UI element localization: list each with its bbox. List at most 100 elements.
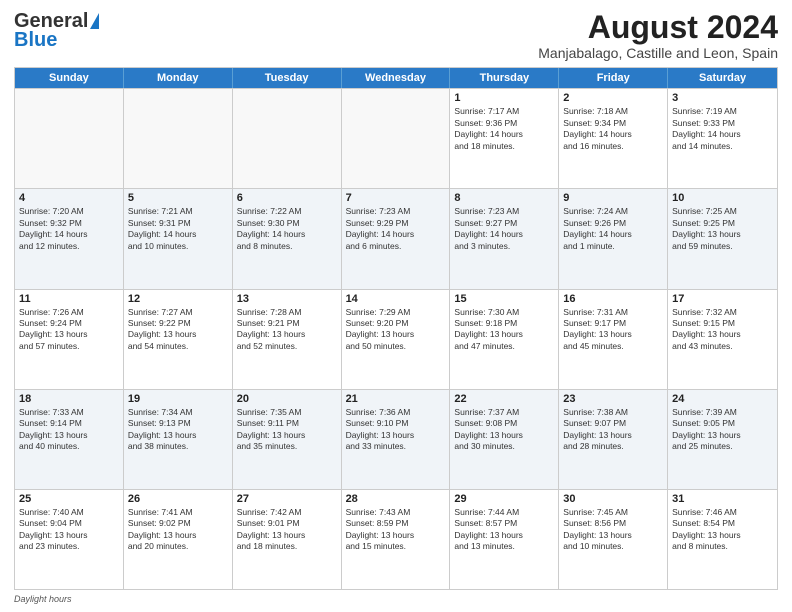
calendar-week-1: 1 Sunrise: 7:17 AMSunset: 9:36 PMDaylight…: [15, 88, 777, 188]
day-number: 27: [237, 493, 337, 505]
calendar-header-friday: Friday: [559, 68, 668, 88]
day-number: 24: [672, 393, 773, 405]
calendar-header-sunday: Sunday: [15, 68, 124, 88]
day-info: Sunrise: 7:44 AMSunset: 8:57 PMDaylight:…: [454, 507, 554, 553]
day-info: Sunrise: 7:31 AMSunset: 9:17 PMDaylight:…: [563, 307, 663, 353]
calendar-cell-day-27: 27 Sunrise: 7:42 AMSunset: 9:01 PMDayligh…: [233, 490, 342, 589]
day-number: 30: [563, 493, 663, 505]
day-number: 15: [454, 293, 554, 305]
day-number: 1: [454, 92, 554, 104]
day-number: 3: [672, 92, 773, 104]
calendar-cell-day-26: 26 Sunrise: 7:41 AMSunset: 9:02 PMDayligh…: [124, 490, 233, 589]
calendar-header-row: SundayMondayTuesdayWednesdayThursdayFrid…: [15, 68, 777, 88]
day-number: 11: [19, 293, 119, 305]
day-number: 26: [128, 493, 228, 505]
day-info: Sunrise: 7:46 AMSunset: 8:54 PMDaylight:…: [672, 507, 773, 553]
calendar-cell-empty: [233, 89, 342, 188]
day-number: 21: [346, 393, 446, 405]
logo-triangle-icon: [90, 13, 99, 29]
footer: Daylight hours: [14, 594, 778, 604]
day-info: Sunrise: 7:18 AMSunset: 9:34 PMDaylight:…: [563, 106, 663, 152]
calendar-header-wednesday: Wednesday: [342, 68, 451, 88]
day-info: Sunrise: 7:41 AMSunset: 9:02 PMDaylight:…: [128, 507, 228, 553]
day-info: Sunrise: 7:36 AMSunset: 9:10 PMDaylight:…: [346, 407, 446, 453]
header: General Blue August 2024 Manjabalago, Ca…: [14, 10, 778, 61]
day-number: 31: [672, 493, 773, 505]
calendar-cell-empty: [124, 89, 233, 188]
calendar-cell-day-13: 13 Sunrise: 7:28 AMSunset: 9:21 PMDayligh…: [233, 290, 342, 389]
calendar-header-saturday: Saturday: [668, 68, 777, 88]
day-number: 16: [563, 293, 663, 305]
calendar-cell-day-8: 8Sunrise: 7:23 AMSunset: 9:27 PMDaylight…: [450, 189, 559, 288]
day-number: 22: [454, 393, 554, 405]
calendar-cell-day-18: 18Sunrise: 7:33 AMSunset: 9:14 PMDayligh…: [15, 390, 124, 489]
calendar-cell-day-30: 30Sunrise: 7:45 AMSunset: 8:56 PMDayligh…: [559, 490, 668, 589]
calendar-week-3: 11 Sunrise: 7:26 AMSunset: 9:24 PMDayligh…: [15, 289, 777, 389]
day-info: Sunrise: 7:23 AMSunset: 9:27 PMDaylight:…: [454, 206, 554, 252]
day-info: Sunrise: 7:40 AMSunset: 9:04 PMDaylight:…: [19, 507, 119, 553]
day-info: Sunrise: 7:38 AMSunset: 9:07 PMDaylight:…: [563, 407, 663, 453]
calendar-subtitle: Manjabalago, Castille and Leon, Spain: [538, 45, 778, 61]
logo: General Blue: [14, 10, 99, 52]
day-number: 12: [128, 293, 228, 305]
day-number: 4: [19, 192, 119, 204]
calendar-cell-day-12: 12 Sunrise: 7:27 AMSunset: 9:22 PMDayligh…: [124, 290, 233, 389]
calendar-cell-day-3: 3 Sunrise: 7:19 AMSunset: 9:33 PMDaylight…: [668, 89, 777, 188]
page: General Blue August 2024 Manjabalago, Ca…: [0, 0, 792, 612]
calendar-cell-day-16: 16 Sunrise: 7:31 AMSunset: 9:17 PMDayligh…: [559, 290, 668, 389]
day-info: Sunrise: 7:23 AMSunset: 9:29 PMDaylight:…: [346, 206, 446, 252]
calendar-week-4: 18Sunrise: 7:33 AMSunset: 9:14 PMDayligh…: [15, 389, 777, 489]
calendar-cell-day-19: 19 Sunrise: 7:34 AMSunset: 9:13 PMDayligh…: [124, 390, 233, 489]
calendar-cell-day-6: 6Sunrise: 7:22 AMSunset: 9:30 PMDaylight…: [233, 189, 342, 288]
day-info: Sunrise: 7:37 AMSunset: 9:08 PMDaylight:…: [454, 407, 554, 453]
day-number: 18: [19, 393, 119, 405]
calendar-body: 1 Sunrise: 7:17 AMSunset: 9:36 PMDaylight…: [15, 88, 777, 589]
day-number: 29: [454, 493, 554, 505]
day-info: Sunrise: 7:27 AMSunset: 9:22 PMDaylight:…: [128, 307, 228, 353]
calendar-cell-empty: [342, 89, 451, 188]
calendar-cell-day-15: 15 Sunrise: 7:30 AMSunset: 9:18 PMDayligh…: [450, 290, 559, 389]
day-number: 7: [346, 192, 446, 204]
day-number: 17: [672, 293, 773, 305]
day-info: Sunrise: 7:34 AMSunset: 9:13 PMDaylight:…: [128, 407, 228, 453]
day-number: 19: [128, 393, 228, 405]
calendar-cell-day-24: 24 Sunrise: 7:39 AMSunset: 9:05 PMDayligh…: [668, 390, 777, 489]
calendar-header-monday: Monday: [124, 68, 233, 88]
logo-blue: Blue: [14, 29, 57, 52]
day-info: Sunrise: 7:39 AMSunset: 9:05 PMDaylight:…: [672, 407, 773, 453]
calendar-cell-day-4: 4 Sunrise: 7:20 AMSunset: 9:32 PMDaylight…: [15, 189, 124, 288]
calendar-cell-day-22: 22 Sunrise: 7:37 AMSunset: 9:08 PMDayligh…: [450, 390, 559, 489]
day-info: Sunrise: 7:20 AMSunset: 9:32 PMDaylight:…: [19, 206, 119, 252]
day-info: Sunrise: 7:30 AMSunset: 9:18 PMDaylight:…: [454, 307, 554, 353]
day-number: 23: [563, 393, 663, 405]
calendar-cell-day-20: 20Sunrise: 7:35 AMSunset: 9:11 PMDayligh…: [233, 390, 342, 489]
day-info: Sunrise: 7:26 AMSunset: 9:24 PMDaylight:…: [19, 307, 119, 353]
day-info: Sunrise: 7:21 AMSunset: 9:31 PMDaylight:…: [128, 206, 228, 252]
day-number: 13: [237, 293, 337, 305]
day-info: Sunrise: 7:17 AMSunset: 9:36 PMDaylight:…: [454, 106, 554, 152]
day-info: Sunrise: 7:28 AMSunset: 9:21 PMDaylight:…: [237, 307, 337, 353]
calendar-cell-day-9: 9Sunrise: 7:24 AMSunset: 9:26 PMDaylight…: [559, 189, 668, 288]
day-number: 2: [563, 92, 663, 104]
calendar-header-tuesday: Tuesday: [233, 68, 342, 88]
calendar-cell-empty: [15, 89, 124, 188]
day-info: Sunrise: 7:42 AMSunset: 9:01 PMDaylight:…: [237, 507, 337, 553]
calendar-cell-day-31: 31 Sunrise: 7:46 AMSunset: 8:54 PMDayligh…: [668, 490, 777, 589]
day-number: 25: [19, 493, 119, 505]
calendar-title: August 2024: [538, 10, 778, 45]
day-number: 20: [237, 393, 337, 405]
day-number: 10: [672, 192, 773, 204]
calendar-cell-day-2: 2 Sunrise: 7:18 AMSunset: 9:34 PMDaylight…: [559, 89, 668, 188]
calendar-cell-day-10: 10Sunrise: 7:25 AMSunset: 9:25 PMDayligh…: [668, 189, 777, 288]
calendar-cell-day-25: 25 Sunrise: 7:40 AMSunset: 9:04 PMDayligh…: [15, 490, 124, 589]
title-block: August 2024 Manjabalago, Castille and Le…: [538, 10, 778, 61]
calendar-week-5: 25 Sunrise: 7:40 AMSunset: 9:04 PMDayligh…: [15, 489, 777, 589]
calendar-cell-day-11: 11 Sunrise: 7:26 AMSunset: 9:24 PMDayligh…: [15, 290, 124, 389]
calendar-cell-day-17: 17 Sunrise: 7:32 AMSunset: 9:15 PMDayligh…: [668, 290, 777, 389]
calendar-cell-day-21: 21 Sunrise: 7:36 AMSunset: 9:10 PMDayligh…: [342, 390, 451, 489]
day-info: Sunrise: 7:19 AMSunset: 9:33 PMDaylight:…: [672, 106, 773, 152]
calendar-cell-day-5: 5Sunrise: 7:21 AMSunset: 9:31 PMDaylight…: [124, 189, 233, 288]
calendar-cell-day-28: 28Sunrise: 7:43 AMSunset: 8:59 PMDayligh…: [342, 490, 451, 589]
day-info: Sunrise: 7:29 AMSunset: 9:20 PMDaylight:…: [346, 307, 446, 353]
day-info: Sunrise: 7:32 AMSunset: 9:15 PMDaylight:…: [672, 307, 773, 353]
